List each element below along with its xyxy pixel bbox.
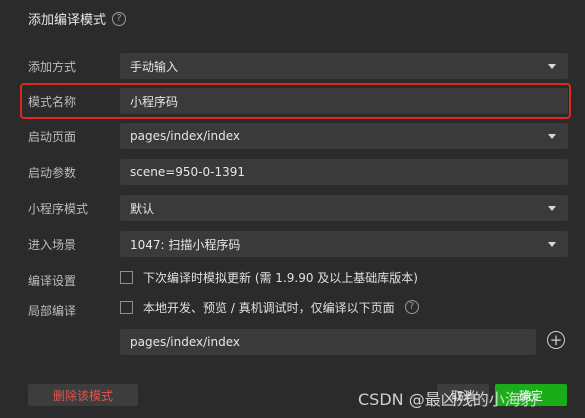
partial-compile-text: 本地开发、预览 / 真机调试时，仅编译以下页面 bbox=[143, 300, 395, 315]
dialog-title: 添加编译模式 ? bbox=[28, 9, 127, 28]
start-params-row: 启动参数 scene=950-0-1391 bbox=[0, 158, 585, 186]
add-method-select[interactable]: 手动输入 bbox=[120, 53, 568, 79]
dialog-title-text: 添加编译模式 bbox=[28, 13, 107, 28]
compile-settings-option: 下次编译时模拟更新 (需 1.9.90 及以上基础库版本) bbox=[120, 266, 418, 288]
compile-settings-label: 编译设置 bbox=[28, 273, 77, 288]
enter-scene-select[interactable]: 1047: 扫描小程序码 bbox=[120, 231, 568, 257]
mini-mode-value: 默认 bbox=[130, 201, 155, 216]
start-page-label: 启动页面 bbox=[28, 129, 77, 144]
simulate-update-checkbox[interactable] bbox=[120, 270, 133, 284]
partial-page-input[interactable]: pages/index/index bbox=[120, 329, 536, 355]
partial-compile-option: 本地开发、预览 / 真机调试时，仅编译以下页面 ? bbox=[120, 296, 419, 318]
highlight-box bbox=[20, 83, 571, 119]
simulate-update-text: 下次编译时模拟更新 (需 1.9.90 及以上基础库版本) bbox=[143, 270, 418, 285]
compile-settings-row: 编译设置 下次编译时模拟更新 (需 1.9.90 及以上基础库版本) bbox=[0, 266, 585, 294]
start-params-input[interactable]: scene=950-0-1391 bbox=[120, 159, 568, 185]
add-method-row: 添加方式 手动输入 bbox=[0, 52, 585, 80]
plus-circle-icon[interactable]: + bbox=[547, 331, 565, 349]
partial-compile-checkbox[interactable] bbox=[120, 300, 133, 314]
mini-mode-row: 小程序模式 默认 bbox=[0, 194, 585, 222]
add-method-label: 添加方式 bbox=[28, 59, 77, 74]
enter-scene-value: 1047: 扫描小程序码 bbox=[130, 237, 241, 252]
start-page-select[interactable]: pages/index/index bbox=[120, 123, 568, 149]
question-circle-icon[interactable]: ? bbox=[404, 300, 419, 314]
partial-page-value: pages/index/index bbox=[130, 335, 240, 349]
partial-compile-label: 局部编译 bbox=[28, 303, 77, 318]
enter-scene-row: 进入场景 1047: 扫描小程序码 bbox=[0, 230, 585, 258]
mini-mode-select[interactable]: 默认 bbox=[120, 195, 568, 221]
add-method-value: 手动输入 bbox=[130, 59, 179, 74]
partial-compile-row: 局部编译 本地开发、预览 / 真机调试时，仅编译以下页面 ? bbox=[0, 296, 585, 324]
start-page-row: 启动页面 pages/index/index bbox=[0, 122, 585, 150]
question-circle-icon[interactable]: ? bbox=[112, 11, 127, 26]
enter-scene-label: 进入场景 bbox=[28, 237, 77, 252]
start-params-label: 启动参数 bbox=[28, 165, 77, 180]
mini-mode-label: 小程序模式 bbox=[28, 201, 89, 216]
start-params-value: scene=950-0-1391 bbox=[130, 165, 246, 179]
delete-mode-button[interactable]: 删除该模式 bbox=[28, 384, 138, 406]
watermark: CSDN @最凶残的小海豹 bbox=[358, 390, 537, 409]
start-page-value: pages/index/index bbox=[130, 129, 240, 143]
